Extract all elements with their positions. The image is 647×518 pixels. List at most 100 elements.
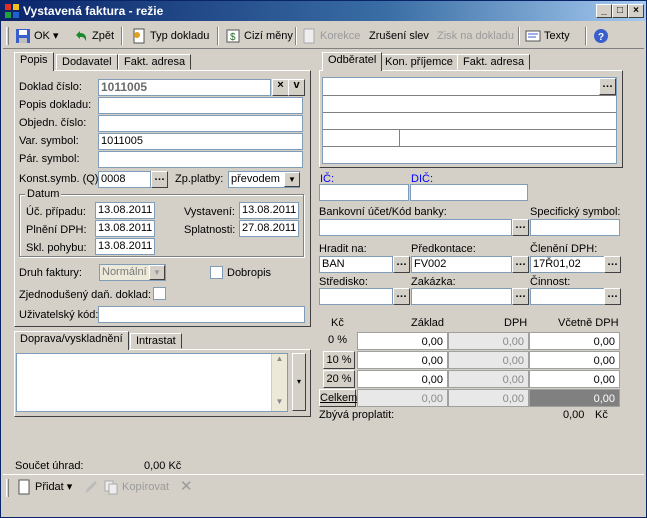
center-browse-button[interactable]: …	[393, 288, 410, 305]
vat-class-field[interactable]: 17Ř01,02	[530, 256, 605, 273]
cancel-discount-button[interactable]: Zrušení slev	[369, 26, 429, 46]
simplified-checkbox[interactable]	[153, 287, 166, 300]
maximize-button[interactable]: □	[612, 4, 628, 18]
const-symbol-field[interactable]: 0008	[98, 171, 151, 188]
order-code-browse-button[interactable]: …	[512, 288, 529, 305]
vat-cell-base[interactable]: 0,00	[357, 332, 448, 350]
save-icon	[16, 29, 30, 44]
ok-button[interactable]: OK ▾	[15, 26, 59, 46]
vat-cell-vat: 0,00	[448, 370, 529, 388]
payment-dropdown-icon[interactable]: ▼	[284, 172, 300, 187]
invoice-type-dropdown-icon[interactable]: ▼	[149, 265, 165, 280]
tab-kon-prijemce[interactable]: Kon. příjemce	[379, 54, 459, 70]
order-code-field[interactable]	[411, 288, 512, 305]
dph-date-field[interactable]: 13.08.2011	[95, 220, 155, 237]
vat-cell-total: 0,00	[529, 389, 620, 407]
tab-intrastat[interactable]: Intrastat	[130, 333, 182, 349]
back-button[interactable]: Zpět	[73, 26, 114, 46]
tab-odberatel[interactable]: Odběratel	[322, 52, 383, 71]
transport-textarea[interactable]	[16, 353, 288, 412]
dic-field[interactable]	[410, 184, 528, 201]
simplified-label: Zjednodušený daň. doklad:	[19, 289, 152, 301]
spec-symbol-field[interactable]	[530, 219, 620, 236]
correction-button[interactable]: Korekce	[301, 26, 360, 46]
dph-date-label: Plnění DPH:	[26, 224, 87, 236]
scroll-down-icon[interactable]: ▼	[272, 397, 287, 411]
clear-icon[interactable]: ×	[272, 79, 289, 96]
doc-number-field[interactable]: 1011005	[98, 79, 271, 96]
title-bar[interactable]: Vystavená faktura - režie _ □ ×	[1, 1, 646, 21]
right-tabs: Odběratel Kon. příjemce Fakt. adresa	[322, 52, 622, 71]
scroll-up-icon[interactable]: ▲	[272, 354, 287, 368]
order-code-label: Zakázka:	[411, 276, 456, 288]
due-date-field[interactable]: 27.08.2011	[239, 220, 299, 237]
delete-icon[interactable]: ✕	[180, 477, 193, 497]
vat-cell-total[interactable]: 0,00	[529, 351, 620, 369]
vat-class-browse-button[interactable]: …	[604, 256, 621, 273]
credit-note-label: Dobropis	[227, 267, 272, 279]
copy-button[interactable]: Kopírovat	[103, 477, 169, 497]
profit-button[interactable]: Zisk na dokladu	[437, 26, 514, 46]
credit-note-checkbox[interactable]	[210, 266, 223, 279]
activity-field[interactable]	[530, 288, 605, 305]
center-field[interactable]	[319, 288, 393, 305]
var-symbol-field[interactable]: 1011005	[98, 133, 303, 150]
vat-cell-base[interactable]: 0,00	[357, 351, 448, 369]
vat-cell-total[interactable]: 0,00	[529, 332, 620, 350]
textarea-scrollbar[interactable]: ▲ ▼	[271, 354, 287, 411]
close-button[interactable]: ×	[628, 4, 644, 18]
tab-dodavatel[interactable]: Dodavatel	[56, 54, 118, 70]
pair-symbol-field[interactable]	[98, 151, 303, 168]
ic-field[interactable]	[319, 184, 409, 201]
edit-button[interactable]	[83, 477, 102, 497]
texts-icon	[525, 30, 541, 42]
pay-to-field[interactable]: BAN	[319, 256, 393, 273]
const-symbol-browse-button[interactable]: …	[151, 171, 168, 188]
minimize-button[interactable]: _	[596, 4, 612, 18]
issued-date-label: Vystavení:	[184, 206, 235, 218]
vat-cell-total[interactable]: 0,00	[529, 370, 620, 388]
chevron-down-icon[interactable]: v	[288, 79, 305, 96]
vat-row-label: 10 %	[323, 351, 355, 369]
issued-date-field[interactable]: 13.08.2011	[239, 202, 299, 219]
tab-doprava[interactable]: Doprava/vyskladnění	[14, 331, 129, 350]
payments-sum-value: 0,00 Kč	[144, 460, 182, 472]
pay-to-browse-button[interactable]: …	[393, 256, 410, 273]
order-field[interactable]	[98, 115, 303, 132]
user-code-field[interactable]	[98, 306, 305, 323]
foreign-currency-button[interactable]: $ Cizí měny	[225, 26, 293, 46]
vat-row-label: 20 %	[323, 370, 355, 388]
bank-browse-button[interactable]: …	[512, 219, 529, 236]
textarea-dropdown-icon[interactable]: ▾	[292, 353, 306, 411]
bottom-toolbar: Přidat ▾ Kopírovat ✕	[3, 474, 644, 498]
doc-desc-field[interactable]	[98, 97, 303, 114]
vat-cell-base: 0,00	[357, 389, 448, 407]
help-button[interactable]: ?	[593, 26, 612, 46]
var-symbol-label: Var. symbol:	[19, 135, 79, 147]
activity-browse-button[interactable]: …	[604, 288, 621, 305]
tab-popis[interactable]: Popis	[14, 52, 54, 71]
doc-type-button[interactable]: Typ dokladu	[131, 26, 209, 46]
skl-date-field[interactable]: 13.08.2011	[95, 238, 155, 255]
uc-date-label: Úč. případu:	[26, 206, 86, 218]
remaining-label: Zbývá proplatit:	[319, 409, 395, 421]
new-document-icon	[18, 479, 30, 495]
vat-cell-base[interactable]: 0,00	[357, 370, 448, 388]
texts-button[interactable]: Texty	[525, 26, 570, 46]
vat-header-vat: DPH	[504, 317, 528, 329]
vat-cell-vat: 0,00	[448, 389, 529, 407]
tab-fakt-adresa[interactable]: Fakt. adresa	[118, 54, 192, 70]
precontact-field[interactable]: FV002	[411, 256, 512, 273]
center-label: Středisko:	[319, 276, 368, 288]
customer-browse-button[interactable]: …	[599, 78, 616, 95]
customer-address-grid[interactable]	[322, 77, 617, 164]
vat-header-currency: Kč	[331, 317, 344, 329]
uc-date-field[interactable]: 13.08.2011	[95, 202, 155, 219]
bank-field[interactable]	[319, 219, 512, 236]
ok-dropdown-icon[interactable]: ▾	[53, 30, 59, 42]
toolbar-grip[interactable]	[6, 27, 9, 45]
add-button[interactable]: Přidat ▾	[16, 477, 72, 497]
precontact-browse-button[interactable]: …	[512, 256, 529, 273]
vat-header-total: Včetně DPH	[558, 317, 619, 329]
tab-right-fakt-adresa[interactable]: Fakt. adresa	[457, 54, 531, 70]
